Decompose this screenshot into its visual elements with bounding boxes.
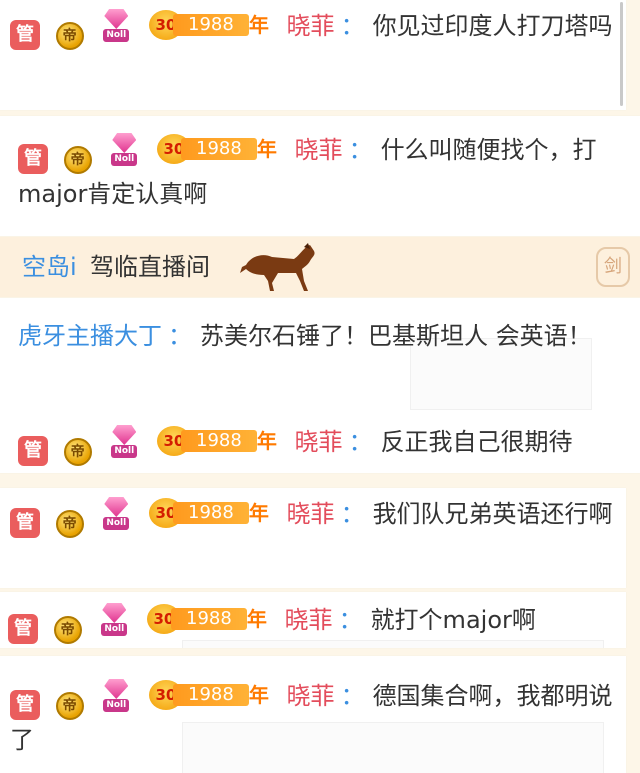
chat-message: 虎牙主播大丁：苏美尔石锤了！巴基斯坦人 会英语！ 管 帝 Noll 30 1988… <box>0 298 640 473</box>
admin-badge-icon: 管 <box>10 508 40 538</box>
chat-message-body: 管 帝 Noll 30 1988 年 晓菲：德国集合啊，我都明说了 <box>10 676 616 760</box>
emperor-coin-icon: 帝 <box>63 438 92 466</box>
scrollbar[interactable] <box>620 2 623 106</box>
message-text: 苏美尔石锤了！巴基斯坦人 会英语！ <box>200 322 592 350</box>
fan-badge[interactable]: 30 1988 年 <box>148 680 271 710</box>
fan-badge[interactable]: 30 1988 年 <box>148 10 271 40</box>
sword-icon: 剑 <box>596 247 630 287</box>
username[interactable]: 晓菲 <box>295 428 343 456</box>
username[interactable]: 晓菲 <box>287 12 335 40</box>
chat-message: 管 帝 Noll 30 1988 年 晓菲：就打个major啊 <box>0 592 626 648</box>
emperor-coin-icon: 帝 <box>55 22 84 50</box>
noble-gem-icon: Noll <box>107 132 141 166</box>
chat-message-body: 管 帝 Noll 30 1988 年 晓菲：你见过印度人打刀塔吗 <box>10 6 616 50</box>
admin-badge-icon: 管 <box>8 614 38 644</box>
emperor-coin-icon: 帝 <box>55 692 84 720</box>
chat-message-body: 虎牙主播大丁：苏美尔石锤了！巴基斯坦人 会英语！ <box>18 322 592 350</box>
system-username[interactable]: 空岛i <box>22 247 77 287</box>
chat-message: 管 帝 Noll 30 1988 年 晓菲：我们队兄弟英语还行啊 <box>0 488 626 588</box>
chat-message-body: 管 帝 Noll 30 1988 年 晓菲：反正我自己很期待 <box>18 422 630 466</box>
emperor-coin-icon: 帝 <box>63 146 92 174</box>
chat-message: 管 帝 Noll 30 1988 年 晓菲：德国集合啊，我都明说了 <box>0 656 626 773</box>
message-text: 你见过印度人打刀塔吗 <box>372 12 613 40</box>
horse-icon <box>240 243 315 291</box>
emperor-coin-icon: 帝 <box>53 616 82 644</box>
message-text: 反正我自己很期待 <box>380 428 573 456</box>
chat-message-body: 管 帝 Noll 30 1988 年 晓菲：就打个major啊 <box>8 600 616 644</box>
message-text: 就打个major啊 <box>370 606 536 634</box>
username[interactable]: 晓菲 <box>295 136 343 164</box>
message-text: 我们队兄弟英语还行啊 <box>372 500 613 528</box>
system-enter-notice: 空岛i 驾临直播间 剑 <box>0 237 640 297</box>
fan-badge[interactable]: 30 1988 年 <box>156 426 279 456</box>
fan-badge[interactable]: 30 1988 年 <box>156 134 279 164</box>
username[interactable]: 晓菲 <box>287 682 335 710</box>
admin-badge-icon: 管 <box>10 20 40 50</box>
noble-gem-icon: Noll <box>97 602 131 636</box>
chat-message: 管 帝 Noll 30 1988 年 晓菲：你见过印度人打刀塔吗 <box>0 0 626 110</box>
noble-gem-icon: Noll <box>99 496 133 530</box>
fan-badge[interactable]: 30 1988 年 <box>146 604 269 634</box>
username[interactable]: 晓菲 <box>287 500 335 528</box>
admin-badge-icon: 管 <box>18 144 48 174</box>
username[interactable]: 晓菲 <box>285 606 333 634</box>
username[interactable]: 虎牙主播大丁 <box>18 322 162 350</box>
emperor-coin-icon: 帝 <box>55 510 84 538</box>
fan-badge[interactable]: 30 1988 年 <box>148 498 271 528</box>
noble-gem-icon: Noll <box>107 424 141 458</box>
chat-message-body: 管 帝 Noll 30 1988 年 晓菲：我们队兄弟英语还行啊 <box>10 494 616 538</box>
chat-message-body: 管 帝 Noll 30 1988 年 晓菲：什么叫随便找个，打major肯定认真啊 <box>18 130 630 214</box>
noble-gem-icon: Noll <box>99 8 133 42</box>
noble-gem-icon: Noll <box>99 678 133 712</box>
admin-badge-icon: 管 <box>10 690 40 720</box>
admin-badge-icon: 管 <box>18 436 48 466</box>
system-text: 驾临直播间 <box>90 253 210 281</box>
chat-message: 管 帝 Noll 30 1988 年 晓菲：什么叫随便找个，打major肯定认真啊 <box>0 116 640 236</box>
